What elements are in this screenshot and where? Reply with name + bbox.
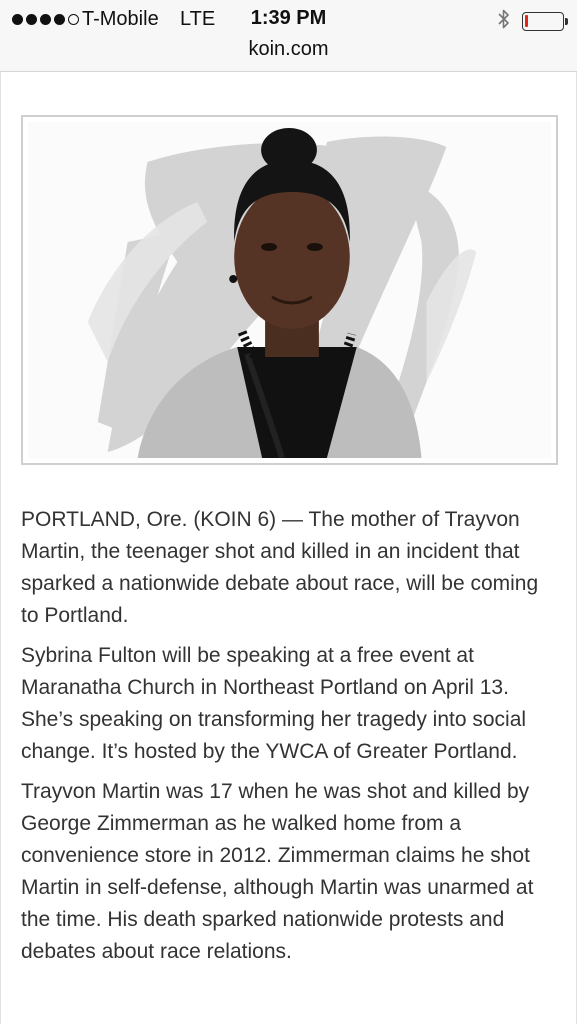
article-body: PORTLAND, Ore. (KOIN 6) — The mother of … <box>21 504 561 976</box>
status-row: T-Mobile LTE 1:39 PM <box>0 6 577 32</box>
status-time: 1:39 PM <box>250 7 327 29</box>
battery-level <box>525 15 528 27</box>
article-paragraph: Trayvon Martin was 17 when he was shot a… <box>21 780 534 963</box>
battery-icon <box>522 12 568 31</box>
article-photo-frame <box>21 115 558 465</box>
address-bar-url[interactable]: koin.com <box>0 38 577 61</box>
article-paragraph: Sybrina Fulton will be speaking at a fre… <box>21 644 527 763</box>
article-paragraph: PORTLAND, Ore. (KOIN 6) — The mother of … <box>21 508 539 627</box>
bluetooth-icon <box>498 9 509 29</box>
status-bar: T-Mobile LTE 1:39 PM koin.com <box>0 0 577 72</box>
portrait-photo <box>28 122 551 459</box>
page-content: PORTLAND, Ore. (KOIN 6) — The mother of … <box>0 72 577 1024</box>
